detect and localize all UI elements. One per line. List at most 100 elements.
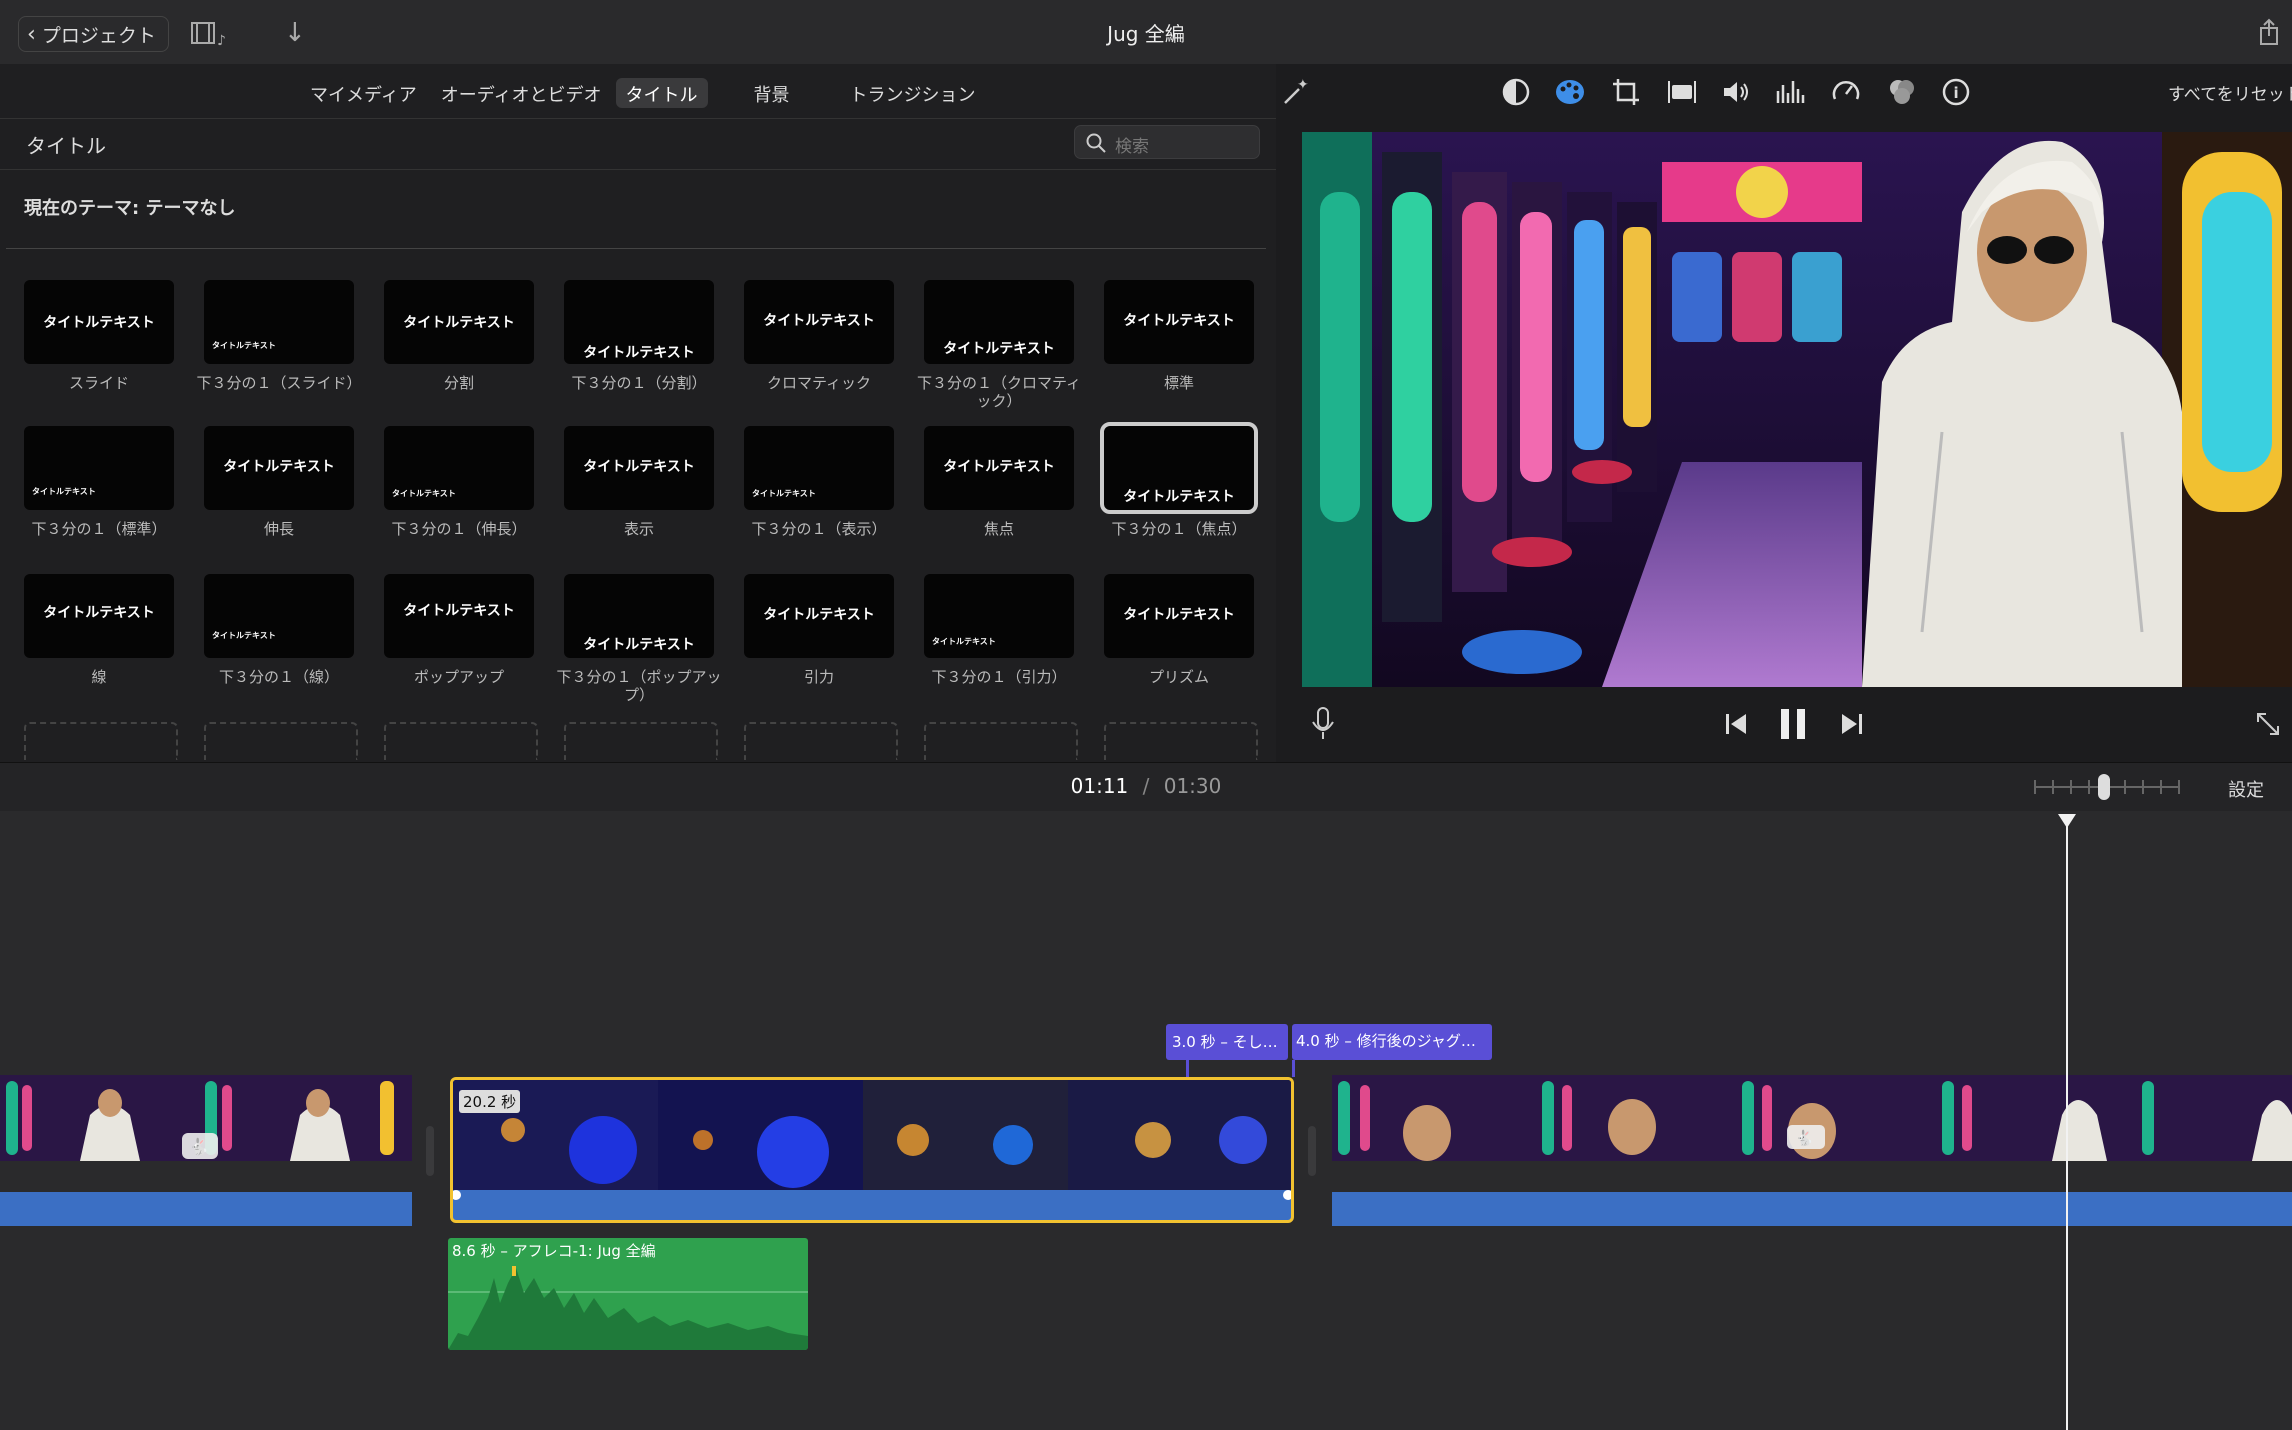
title-tile-preview-text: タイトルテキスト: [763, 607, 875, 623]
zoom-slider-knob[interactable]: [2098, 774, 2110, 800]
magic-wand-icon[interactable]: ✦: [1278, 74, 1314, 110]
title-tile-preview-text: タイトルテキスト: [1123, 313, 1235, 329]
title-tile-preview-text: タイトルテキスト: [583, 637, 695, 653]
title-clip-connector: [1186, 1060, 1189, 1077]
title-tile-preview-text: タイトルテキスト: [223, 459, 335, 475]
tab-transitions[interactable]: トランジション: [840, 78, 986, 108]
video-clip[interactable]: 🐇: [0, 1075, 412, 1161]
title-tile[interactable]: タイトルテキスト: [564, 280, 714, 364]
svg-text:i: i: [1954, 84, 1959, 102]
current-theme-label: 現在のテーマ: テーマなし: [24, 198, 236, 219]
trim-handle-left[interactable]: [453, 1190, 461, 1200]
tab-my-media[interactable]: マイメディア: [300, 78, 427, 108]
title-tile-placeholder: [24, 722, 178, 760]
title-tile-preview-text: タイトルテキスト: [943, 459, 1055, 475]
clip-gap-handle[interactable]: [1308, 1126, 1316, 1176]
title-tile-caption: 標準: [1163, 374, 1194, 392]
title-tile-caption: ポップアップ: [413, 668, 504, 686]
title-tile[interactable]: タイトルテキスト: [564, 426, 714, 510]
title-tile-preview-text: タイトルテキスト: [43, 605, 155, 621]
playhead-marker-icon[interactable]: [2058, 814, 2076, 828]
reset-all-button[interactable]: すべてをリセット: [2168, 80, 2292, 105]
title-tile[interactable]: タイトルテキスト: [924, 426, 1074, 510]
title-tile-preview-text: タイトルテキスト: [212, 631, 276, 640]
noise-reduction-icon[interactable]: [1884, 74, 1920, 110]
title-tile-caption: 下３分の１（焦点）: [1111, 520, 1247, 538]
title-tile[interactable]: タイトルテキスト: [744, 426, 894, 510]
title-tile-caption: 下３分の１（表示）: [751, 520, 887, 538]
title-clip[interactable]: 3.0 秒 – そし…: [1166, 1024, 1288, 1060]
audio-waveform: [448, 1266, 808, 1350]
skip-forward-icon[interactable]: [1838, 712, 1864, 740]
clip-thumbnails: 🐇: [1332, 1075, 2292, 1161]
total-time: 01:30: [1163, 774, 1222, 798]
color-correction-icon[interactable]: [1552, 74, 1588, 110]
title-tile-caption: 下３分の１（スライド）: [196, 374, 362, 392]
title-tile-caption: 伸長: [263, 520, 294, 538]
tab-audio-video[interactable]: オーディオとビデオ: [431, 78, 612, 108]
svg-text:🐇: 🐇: [1795, 1129, 1814, 1147]
title-tile[interactable]: タイトルテキスト: [384, 280, 534, 364]
clip-thumbnails: [453, 1080, 1291, 1190]
title-tile[interactable]: タイトルテキスト: [24, 280, 174, 364]
title-tile[interactable]: タイトルテキスト: [204, 574, 354, 658]
title-tile[interactable]: タイトルテキスト: [1104, 280, 1254, 364]
title-tile[interactable]: タイトルテキスト: [1104, 574, 1254, 658]
title-tile[interactable]: タイトルテキスト: [384, 426, 534, 510]
tab-backgrounds[interactable]: 背景: [744, 78, 800, 108]
title-tile-preview-text: タイトルテキスト: [403, 603, 515, 619]
microphone-icon[interactable]: [1310, 706, 1336, 746]
clip-gap-handle[interactable]: [426, 1126, 434, 1176]
selected-video-clip[interactable]: 20.2 秒: [450, 1077, 1294, 1223]
title-tile[interactable]: タイトルテキスト: [744, 280, 894, 364]
stabilization-icon[interactable]: [1664, 74, 1700, 110]
info-icon[interactable]: i: [1938, 74, 1974, 110]
title-tile[interactable]: タイトルテキスト: [384, 574, 534, 658]
title-tile-placeholder: [1104, 722, 1258, 760]
fullscreen-icon[interactable]: [2254, 710, 2282, 742]
title-tile-placeholder: [204, 722, 358, 760]
playhead[interactable]: [2066, 820, 2068, 1430]
speed-icon[interactable]: [1828, 74, 1864, 110]
voiceover-audio-clip[interactable]: 8.6 秒 – アフレコ-1: Jug 全編: [448, 1238, 808, 1350]
volume-icon[interactable]: [1718, 74, 1754, 110]
title-tile-caption: スライド: [68, 374, 129, 392]
crop-icon[interactable]: [1608, 74, 1644, 110]
title-tile[interactable]: タイトルテキスト: [24, 426, 174, 510]
svg-text:🐇: 🐇: [189, 1137, 209, 1156]
title-tile[interactable]: タイトルテキスト: [204, 280, 354, 364]
title-tile-caption: 焦点: [983, 520, 1014, 538]
settings-button[interactable]: 設定: [2228, 776, 2264, 802]
zoom-slider[interactable]: [2034, 774, 2180, 800]
title-clip[interactable]: 4.0 秒 – 修行後のジャグ…: [1292, 1024, 1492, 1060]
pause-icon[interactable]: [1778, 706, 1808, 746]
title-tile-caption: 下３分の１（伸長）: [391, 520, 527, 538]
title-tile-placeholder: [384, 722, 538, 760]
title-tile[interactable]: タイトルテキスト: [564, 574, 714, 658]
title-tile[interactable]: タイトルテキスト: [204, 426, 354, 510]
title-tile-caption: 下３分の１（標準）: [31, 520, 167, 538]
title-tile[interactable]: タイトルテキスト: [924, 280, 1074, 364]
video-clip[interactable]: 🐇: [1332, 1075, 2292, 1161]
title-tile-preview-text: タイトルテキスト: [43, 315, 155, 331]
title-tile[interactable]: タイトルテキスト: [1100, 422, 1258, 514]
trim-handle-right[interactable]: [1283, 1190, 1291, 1200]
search-icon: [1086, 133, 1106, 153]
title-tile-caption: プリズム: [1148, 668, 1209, 686]
tab-titles[interactable]: タイトル: [615, 78, 708, 108]
title-tile-caption: 下３分の１（引力）: [931, 668, 1067, 686]
timecode: 01:11 / 01:30: [0, 774, 2292, 798]
title-tile-caption: 下３分の１（ポップアップ）: [556, 668, 722, 704]
library-section-label: タイトル: [26, 134, 106, 158]
title-tile[interactable]: タイトルテキスト: [924, 574, 1074, 658]
skip-back-icon[interactable]: [1724, 712, 1750, 740]
title-tile-preview-text: タイトルテキスト: [583, 345, 695, 361]
title-tile[interactable]: タイトルテキスト: [744, 574, 894, 658]
color-balance-icon[interactable]: [1498, 74, 1534, 110]
title-clip-label: 4.0 秒 – 修行後のジャグ…: [1296, 1032, 1476, 1050]
equalizer-icon[interactable]: [1772, 74, 1808, 110]
title-tile[interactable]: タイトルテキスト: [24, 574, 174, 658]
share-icon[interactable]: [2258, 18, 2280, 50]
title-tile-caption: 下３分の１（分割）: [571, 374, 707, 392]
search-input[interactable]: 検索: [1074, 125, 1260, 159]
